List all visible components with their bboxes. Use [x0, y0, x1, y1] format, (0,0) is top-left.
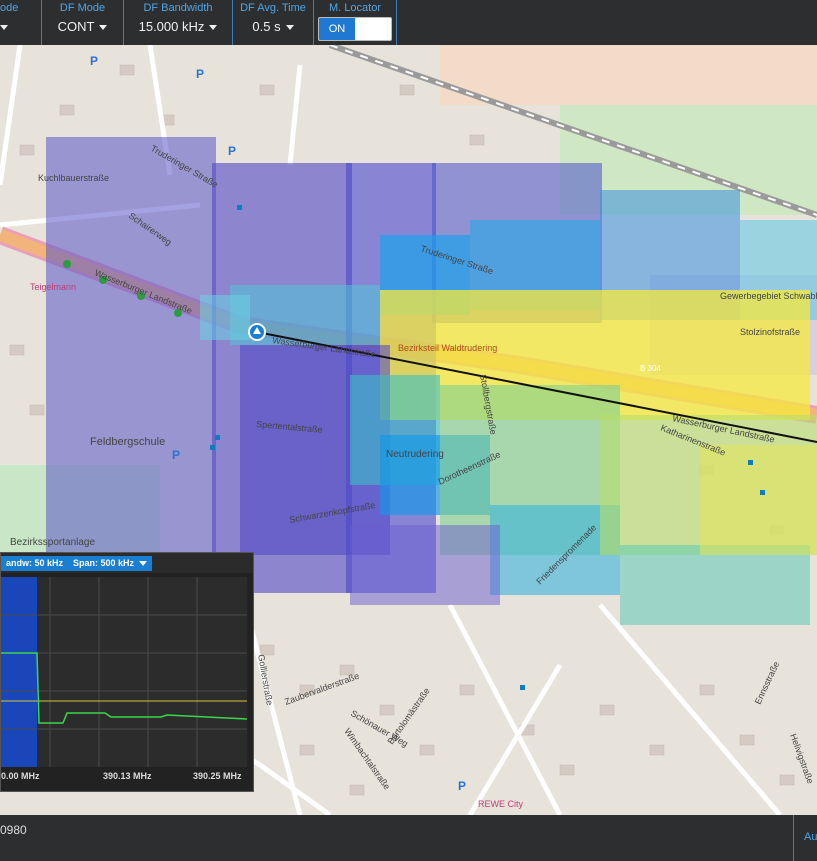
label-bartolomae: Bartolomästraße	[385, 686, 431, 746]
chevron-down-icon	[209, 25, 218, 31]
df-mode-label: DF Mode	[59, 2, 106, 14]
spectrum-bandwidth-button[interactable]: andw: 50 kHz	[1, 556, 69, 571]
spectrum-svg	[1, 577, 248, 767]
df-mode-value: CONT	[42, 19, 123, 34]
svg-text:P: P	[458, 779, 466, 793]
status-left-text: 0980	[0, 823, 27, 837]
svg-text:P: P	[172, 448, 180, 462]
toggle-on-state: ON	[319, 18, 355, 40]
chevron-down-icon	[139, 561, 148, 567]
svg-text:P: P	[90, 54, 98, 68]
label-gewerbegebiet: Gewerbegebiet Schwabhofstraße	[720, 291, 817, 301]
mode-value	[0, 19, 41, 34]
toolbar: ode DF Mode CONT DF Bandwidth 15.000 kHz…	[0, 0, 817, 46]
df-bandwidth-label: DF Bandwidth	[143, 2, 213, 14]
df-avg-time-dropdown[interactable]: DF Avg. Time 0.5 s	[233, 0, 314, 45]
label-neutrudering: Neutrudering	[386, 449, 444, 460]
status-right-text: Au	[804, 831, 817, 843]
span-label: Span: 500 kHz	[73, 558, 135, 568]
df-avg-time-label: DF Avg. Time	[240, 2, 306, 14]
label-rewe: REWE City	[478, 799, 524, 809]
df-mode-text: CONT	[57, 19, 95, 34]
farmland-area	[440, 45, 817, 105]
chevron-down-icon	[285, 25, 294, 31]
label-stolzinof: Stolzinofstraße	[740, 327, 800, 337]
label-b304: B 304	[640, 364, 661, 373]
df-bandwidth-text: 15.000 kHz	[138, 19, 205, 34]
svg-text:P: P	[196, 67, 204, 81]
label-gollier: Gollierstraße	[256, 654, 275, 706]
label-teigelmann: Teigelmann	[30, 282, 76, 292]
df-bandwidth-value: 15.000 kHz	[124, 19, 232, 34]
spectrum-panel: andw: 50 kHz Span: 500 kHz 0.00 MHz 390.…	[0, 552, 254, 792]
mode-dropdown[interactable]: ode	[0, 0, 42, 45]
spectrum-toolbar: andw: 50 kHz Span: 500 kHz	[1, 553, 253, 573]
chevron-down-icon	[0, 25, 8, 31]
status-bar: 0980 Au	[0, 815, 817, 861]
mode-label: ode	[0, 2, 19, 14]
spectrum-span-button[interactable]: Span: 500 kHz	[68, 556, 153, 571]
label-kuchlbauer: Kuchlbauerstraße	[38, 173, 109, 183]
label-feldbergschule: Feldbergschule	[90, 436, 165, 448]
label-zaubervalder: Zaubervalderstraße	[283, 671, 360, 707]
label-district: Bezirksteil Waldtrudering	[398, 343, 497, 353]
label-bezirkssportanlage: Bezirkssportanlage	[10, 537, 95, 548]
status-right-group[interactable]: Au	[793, 815, 817, 861]
spectrum-trace	[1, 652, 248, 724]
df-avg-time-value: 0.5 s	[233, 19, 313, 34]
label-ennsstrasse: Ennsstraße	[753, 660, 782, 706]
bandwidth-highlight	[1, 577, 37, 767]
m-locator-toggle[interactable]: ON	[318, 17, 392, 41]
freq-mid-label: 390.13 MHz	[103, 771, 152, 781]
spectrum-plot[interactable]	[1, 577, 248, 767]
freq-left-label: 0.00 MHz	[1, 771, 40, 781]
freq-right-label: 390.25 MHz	[193, 771, 242, 781]
chevron-down-icon	[99, 25, 108, 31]
svg-text:P: P	[228, 144, 236, 158]
m-locator-label: M. Locator	[329, 2, 381, 14]
df-avg-time-text: 0.5 s	[252, 19, 281, 34]
df-mode-dropdown[interactable]: DF Mode CONT	[42, 0, 124, 45]
df-bandwidth-dropdown[interactable]: DF Bandwidth 15.000 kHz	[124, 0, 233, 45]
